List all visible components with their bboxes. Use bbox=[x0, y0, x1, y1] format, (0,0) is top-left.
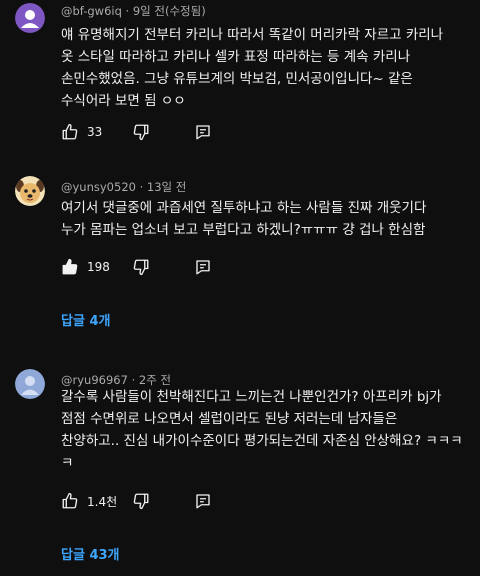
dislike-button[interactable] bbox=[132, 490, 150, 512]
reply-icon bbox=[194, 123, 212, 141]
comment-text: 얘 유명해지기 전부터 카리나 따라서 똑같이 머리카락 자르고 카리나 옷 스… bbox=[61, 24, 466, 112]
thumbs-down-icon bbox=[132, 492, 150, 510]
dislike-button[interactable] bbox=[132, 121, 150, 143]
like-count: 198 bbox=[87, 260, 110, 274]
avatar[interactable] bbox=[15, 176, 45, 206]
view-replies-button[interactable]: 답글 4개 bbox=[61, 310, 110, 329]
comment-line: 점점 수면위로 나오면서 셀럽이라도 된냥 저러는데 남자들은 bbox=[61, 411, 398, 427]
thumbs-up-icon bbox=[61, 492, 79, 510]
comment-line: 여기서 댓글중에 과즙세연 질투하냐고 하는 사람들 진짜 개웃기다 bbox=[61, 200, 427, 216]
like-button[interactable]: 1.4천 bbox=[61, 490, 117, 512]
comment-actions: 33 bbox=[61, 121, 231, 143]
comment-time[interactable]: 13일 전 bbox=[147, 180, 186, 194]
reply-icon bbox=[194, 492, 212, 510]
comment-line: 옷 스타일 따라하고 카리나 셀카 표정 따라하는 등 계속 카리나 bbox=[61, 49, 411, 65]
avatar[interactable] bbox=[15, 369, 45, 399]
comment-line: ㅋ bbox=[61, 455, 74, 471]
avatar[interactable] bbox=[15, 3, 45, 33]
reply-button[interactable] bbox=[194, 490, 212, 512]
like-button[interactable]: 33 bbox=[61, 121, 102, 143]
comments-section: @bf-gw6iq · 9일 전(수정됨) 얘 유명해지기 전부터 카리나 따라… bbox=[0, 0, 480, 576]
comment-line: 얘 유명해지기 전부터 카리나 따라서 똑같이 머리카락 자르고 카리나 bbox=[61, 27, 444, 43]
comment-time[interactable]: 2주 전 bbox=[139, 373, 171, 387]
comment-actions: 1.4천 bbox=[61, 490, 231, 512]
comment-line: 수식어라 보면 됨 ㅇㅇ bbox=[61, 93, 186, 109]
reply-icon bbox=[194, 258, 212, 276]
reply-button[interactable] bbox=[194, 256, 212, 278]
like-button[interactable]: 198 bbox=[61, 256, 110, 278]
comment-time[interactable]: 9일 전(수정됨) bbox=[133, 4, 206, 18]
comment-text: 여기서 댓글중에 과즙세연 질투하냐고 하는 사람들 진짜 개웃기다 누가 몸파… bbox=[61, 197, 466, 241]
reply-button[interactable] bbox=[194, 121, 212, 143]
comment-meta: @yunsy0520 · 13일 전 bbox=[61, 180, 187, 194]
thumbs-down-icon bbox=[132, 258, 150, 276]
comment-author[interactable]: @bf-gw6iq bbox=[61, 4, 122, 18]
comment-line: 찬양하고.. 진심 내가이수준이다 평가되는건데 자존심 안상해요? ㅋㅋㅋ bbox=[61, 433, 463, 449]
comment-text: 갈수록 사람들이 천박해진다고 느끼는건 나뿐인건가? 아프리카 bj가 점점 … bbox=[61, 386, 466, 474]
dislike-button[interactable] bbox=[132, 256, 150, 278]
comment-line: 갈수록 사람들이 천박해진다고 느끼는건 나뿐인건가? 아프리카 bj가 bbox=[61, 389, 442, 405]
comment-actions: 198 bbox=[61, 256, 231, 278]
thumbs-up-icon bbox=[61, 258, 79, 276]
thumbs-up-icon bbox=[61, 123, 79, 141]
comment-line: 손민수했었음. 그냥 유튜브계의 박보검, 민서공이입니다~ 같은 bbox=[61, 71, 413, 87]
view-replies-button[interactable]: 답글 43개 bbox=[61, 544, 120, 563]
comment-meta: @bf-gw6iq · 9일 전(수정됨) bbox=[61, 4, 206, 18]
comment-line: 누가 몸파는 업소녀 보고 부럽다고 하겠니?ㅠㅠㅠ 걍 겁나 한심함 bbox=[61, 222, 426, 238]
like-count: 1.4천 bbox=[87, 494, 118, 509]
comment-author[interactable]: @yunsy0520 bbox=[61, 180, 136, 194]
like-count: 33 bbox=[87, 125, 103, 139]
thumbs-down-icon bbox=[132, 123, 150, 141]
comment-author[interactable]: @ryu96967 bbox=[61, 373, 128, 387]
